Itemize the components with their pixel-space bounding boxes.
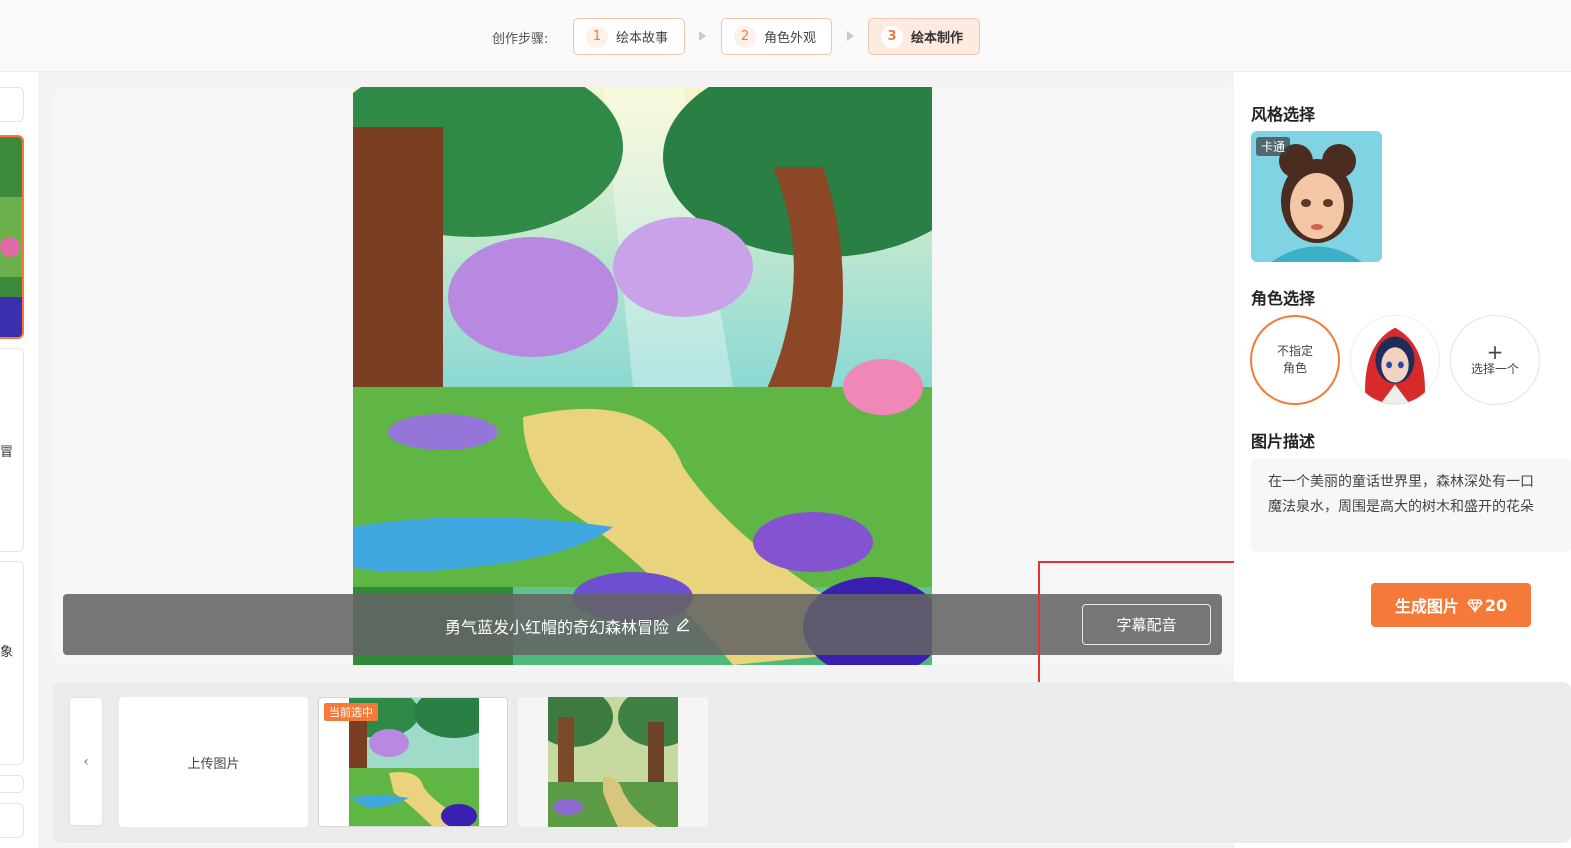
step-2-appearance[interactable]: 2 角色外观 — [721, 18, 832, 55]
tray-prev-button[interactable]: ‹ — [69, 697, 103, 826]
steps-label: 创作步骤: — [492, 32, 549, 47]
generate-cost: 20 — [1484, 595, 1508, 615]
desc-section-title: 图片描述 — [1251, 432, 1316, 451]
tray-thumbnail-image — [548, 697, 678, 827]
desc-line: 在一个美丽的童话世界里，森林深处有一口 — [1268, 474, 1534, 490]
role-section-title: 角色选择 — [1251, 289, 1316, 308]
page-list-card[interactable] — [0, 561, 24, 765]
step-number: 2 — [734, 25, 756, 48]
step-label: 绘本制作 — [911, 31, 964, 46]
step-1-story[interactable]: 1 绘本故事 — [573, 18, 685, 55]
page-caption[interactable]: 勇气蓝发小红帽的奇幻森林冒险 — [445, 614, 669, 638]
page-list-card[interactable] — [0, 803, 24, 838]
role-none-label-line2: 角色 — [1282, 361, 1307, 375]
role-option-red-hood[interactable] — [1350, 315, 1440, 405]
generate-image-button[interactable]: 生成图片 20 — [1371, 583, 1531, 627]
style-tag-label: 卡通 — [1256, 137, 1291, 156]
plus-icon: + — [1486, 339, 1504, 364]
page-list-text-fragment: 象 — [0, 645, 14, 660]
role-add-label: 选择一个 — [1470, 361, 1519, 376]
page-list-card-selected[interactable] — [0, 135, 24, 339]
page-thumbnail-image — [0, 137, 22, 337]
role-option-none[interactable]: 不指定 角色 — [1250, 315, 1340, 405]
annotation-highlight-box — [1038, 561, 1256, 701]
role-option-add[interactable]: + 选择一个 — [1450, 315, 1540, 405]
page-list-card[interactable] — [0, 775, 24, 793]
diamond-icon — [1467, 599, 1483, 613]
step-number: 1 — [586, 25, 608, 48]
page-list-text-fragment: 冒 — [0, 445, 14, 460]
step-arrow-icon — [699, 31, 706, 41]
upload-image-button[interactable]: 上传图片 — [119, 697, 308, 827]
step-label: 角色外观 — [764, 31, 817, 46]
role-none-label-line1: 不指定 — [1276, 344, 1313, 358]
current-selected-badge: 当前选中 — [324, 703, 378, 721]
tray-thumbnail[interactable] — [518, 697, 708, 827]
page-list-card[interactable] — [0, 87, 24, 122]
style-section-title: 风格选择 — [1251, 105, 1316, 124]
story-page-image[interactable] — [353, 87, 932, 665]
step-number: 3 — [881, 25, 903, 48]
generate-label: 生成图片 — [1394, 597, 1459, 616]
desc-line: 魔法泉水，周围是高大的树木和盛开的花朵 — [1268, 499, 1534, 515]
step-arrow-icon — [847, 31, 854, 41]
role-avatar-image — [1351, 316, 1439, 404]
image-description-field[interactable]: 在一个美丽的童话世界里，森林深处有一口 魔法泉水，周围是高大的树木和盛开的花朵 — [1251, 458, 1571, 552]
step-label: 绘本故事 — [616, 31, 669, 46]
edit-pencil-icon[interactable] — [675, 616, 691, 632]
step-3-production[interactable]: 3 绘本制作 — [868, 18, 980, 55]
